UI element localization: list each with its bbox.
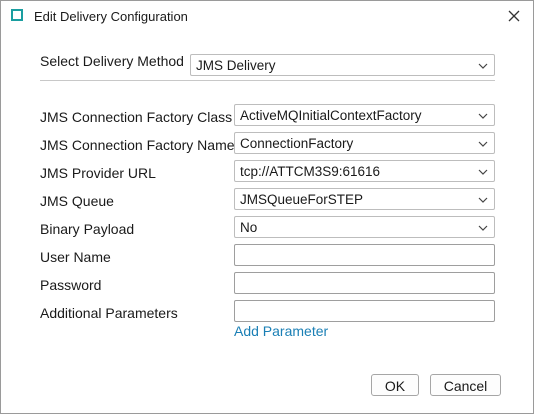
queue-value: JMSQueueForSTEP — [240, 192, 364, 207]
delivery-method-select[interactable]: JMS Delivery — [190, 54, 495, 76]
provider-url-value: tcp://ATTCM3S9:61616 — [240, 164, 381, 179]
window-title: Edit Delivery Configuration — [34, 9, 188, 24]
close-button[interactable] — [503, 5, 525, 27]
chevron-down-icon — [478, 169, 488, 175]
factory-class-select[interactable]: ActiveMQInitialContextFactory — [234, 104, 495, 126]
binary-payload-label: Binary Payload — [40, 221, 135, 237]
password-label: Password — [40, 277, 102, 293]
additional-params-input[interactable] — [234, 300, 495, 322]
password-input[interactable] — [234, 272, 495, 294]
provider-url-label: JMS Provider URL — [40, 165, 156, 181]
chevron-down-icon — [478, 225, 488, 231]
factory-class-label: JMS Connection Factory Class — [40, 109, 233, 125]
chevron-down-icon — [478, 141, 488, 147]
queue-label: JMS Queue — [40, 193, 114, 209]
delivery-method-label: Select Delivery Method — [40, 53, 184, 69]
queue-select[interactable]: JMSQueueForSTEP — [234, 188, 495, 210]
user-name-input[interactable] — [234, 244, 495, 266]
add-parameter-link[interactable]: Add Parameter — [234, 323, 328, 339]
ok-button[interactable]: OK — [371, 374, 419, 396]
factory-class-value: ActiveMQInitialContextFactory — [240, 108, 422, 123]
factory-name-select[interactable]: ConnectionFactory — [234, 132, 495, 154]
additional-params-label: Additional Parameters — [40, 305, 178, 321]
chevron-down-icon — [478, 63, 488, 69]
factory-name-value: ConnectionFactory — [240, 136, 354, 151]
provider-url-select[interactable]: tcp://ATTCM3S9:61616 — [234, 160, 495, 182]
chevron-down-icon — [478, 113, 488, 119]
binary-payload-select[interactable]: No — [234, 216, 495, 238]
divider — [40, 80, 495, 81]
factory-name-label: JMS Connection Factory Name — [40, 137, 235, 153]
binary-payload-value: No — [240, 220, 258, 235]
user-name-label: User Name — [40, 249, 111, 265]
close-icon — [508, 10, 520, 22]
delivery-method-value: JMS Delivery — [196, 58, 276, 73]
cancel-button[interactable]: Cancel — [430, 374, 501, 396]
app-icon — [11, 9, 23, 21]
chevron-down-icon — [478, 197, 488, 203]
title-bar: Edit Delivery Configuration — [1, 1, 533, 33]
edit-delivery-dialog: Edit Delivery Configuration Select Deliv… — [0, 0, 534, 414]
